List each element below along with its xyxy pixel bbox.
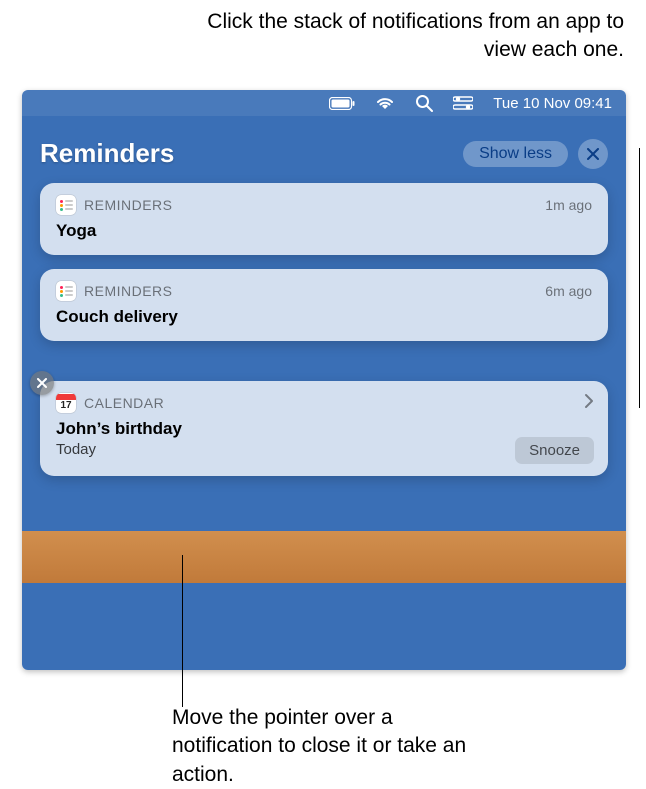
notification-subtitle: Today bbox=[56, 441, 592, 458]
close-group-button[interactable] bbox=[578, 139, 608, 169]
notification-group-header: Reminders Show less bbox=[40, 138, 608, 169]
spotlight-search-icon[interactable] bbox=[415, 94, 433, 112]
notification-app-name: REMINDERS bbox=[84, 197, 173, 213]
snooze-button[interactable]: Snooze bbox=[515, 437, 594, 464]
reminders-app-icon bbox=[56, 195, 76, 215]
callout-top-text: Click the stack of notifications from an… bbox=[207, 10, 624, 61]
reminders-app-icon bbox=[56, 281, 76, 301]
show-less-button[interactable]: Show less bbox=[463, 141, 568, 167]
notification-app-name: CALENDAR bbox=[84, 395, 164, 411]
callout-line-bottom bbox=[182, 555, 183, 707]
desktop-screenshot: Tue 10 Nov 09:41 Reminders Show less REM… bbox=[22, 90, 626, 670]
group-actions: Show less bbox=[463, 139, 608, 169]
group-title: Reminders bbox=[40, 138, 174, 169]
battery-icon bbox=[329, 97, 355, 110]
menubar: Tue 10 Nov 09:41 bbox=[22, 90, 626, 116]
notification-card[interactable]: REMINDERS 6m ago Couch delivery bbox=[40, 269, 608, 341]
notification-time: 1m ago bbox=[545, 197, 592, 213]
notification-title: Yoga bbox=[56, 221, 592, 241]
callout-bottom-text: Move the pointer over a notification to … bbox=[172, 706, 466, 786]
notification-card[interactable]: 17 CALENDAR John’s birthday Today Snooze bbox=[40, 381, 608, 476]
notification-title: John’s birthday bbox=[56, 419, 592, 439]
notification-card[interactable]: REMINDERS 1m ago Yoga bbox=[40, 183, 608, 255]
callout-top: Click the stack of notifications from an… bbox=[164, 8, 624, 65]
callout-bracket-right bbox=[639, 148, 640, 408]
close-icon bbox=[37, 378, 47, 388]
calendar-notification-group: 17 CALENDAR John’s birthday Today Snooze bbox=[40, 381, 608, 476]
calendar-app-icon: 17 bbox=[56, 393, 76, 413]
notification-center: Reminders Show less REMINDERS 1m ago Yog… bbox=[22, 116, 626, 502]
notification-header: REMINDERS 1m ago bbox=[56, 195, 592, 215]
chevron-right-icon[interactable] bbox=[584, 393, 594, 414]
calendar-icon-day: 17 bbox=[60, 400, 71, 412]
wifi-icon bbox=[375, 96, 395, 110]
close-icon bbox=[587, 148, 599, 160]
notification-app-name: REMINDERS bbox=[84, 283, 173, 299]
notification-time: 6m ago bbox=[545, 283, 592, 299]
menubar-datetime[interactable]: Tue 10 Nov 09:41 bbox=[493, 95, 612, 112]
control-center-icon[interactable] bbox=[453, 96, 473, 110]
callout-bottom: Move the pointer over a notification to … bbox=[172, 704, 472, 789]
notification-header: 17 CALENDAR bbox=[56, 393, 592, 413]
close-notification-button[interactable] bbox=[30, 371, 54, 395]
notification-title: Couch delivery bbox=[56, 307, 592, 327]
notification-header: REMINDERS 6m ago bbox=[56, 281, 592, 301]
